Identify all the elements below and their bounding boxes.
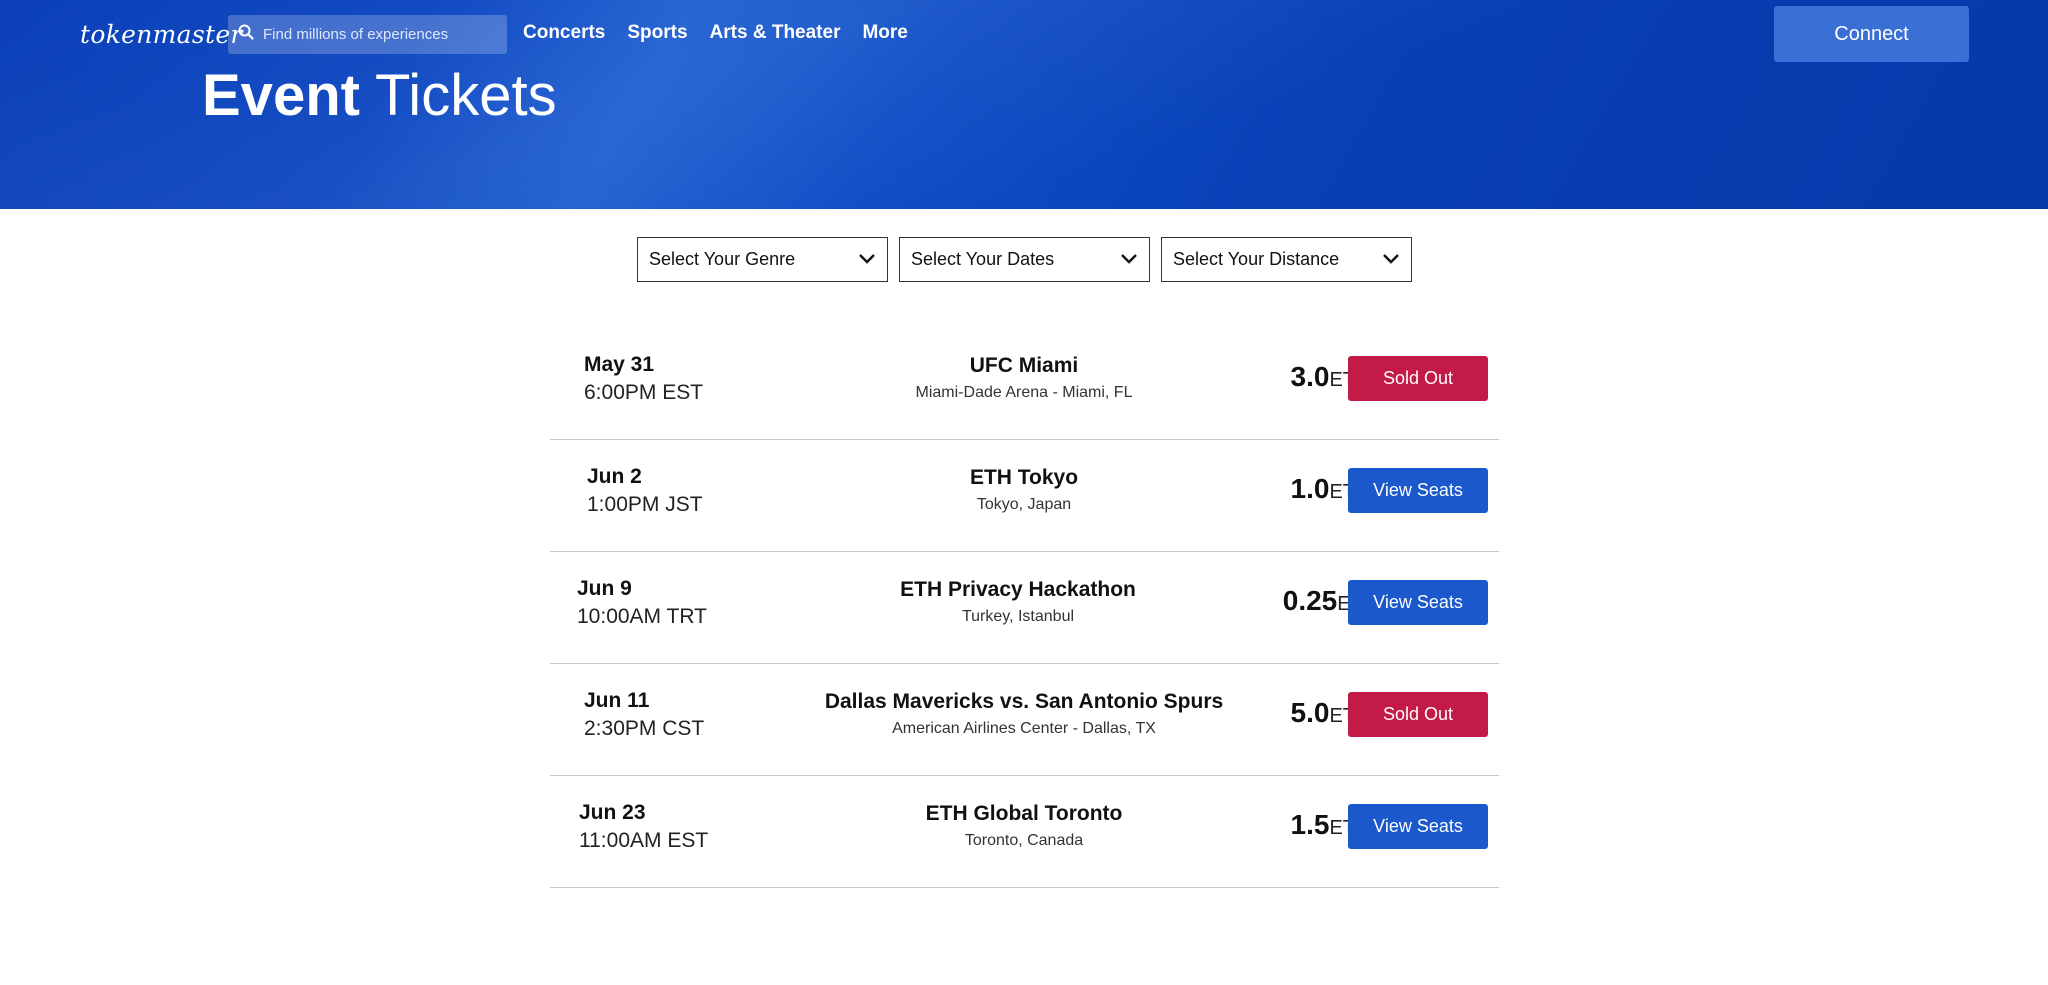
event-row: Jun 2 1:00PM JST ETH Tokyo Tokyo, Japan … (550, 440, 1499, 552)
event-day: Jun 2 (587, 465, 642, 488)
sold-out-button[interactable]: Sold Out (1348, 692, 1488, 737)
event-date: Jun 9 10:00AM TRT (577, 575, 707, 631)
event-date: Jun 2 1:00PM JST (587, 463, 703, 519)
view-seats-button[interactable]: View Seats (1348, 804, 1488, 849)
event-time: 2:30PM CST (584, 717, 705, 740)
price-amount: 3.0 (1290, 361, 1330, 392)
hero-banner: tokenmaster Concerts Sports Arts & Theat… (0, 0, 2048, 209)
event-date: Jun 23 11:00AM EST (579, 799, 708, 855)
dates-select-label: Select Your Dates (911, 249, 1055, 269)
sold-out-button[interactable]: Sold Out (1348, 356, 1488, 401)
price-amount: 1.0 (1290, 473, 1330, 504)
price-amount: 0.25 (1282, 585, 1338, 616)
event-row: Jun 23 11:00AM EST ETH Global Toronto To… (550, 776, 1499, 888)
search-input[interactable] (263, 26, 503, 43)
view-seats-button[interactable]: View Seats (1348, 468, 1488, 513)
distance-select[interactable]: Select Your Distance (1161, 237, 1412, 282)
price-amount: 5.0 (1290, 697, 1330, 728)
event-day: Jun 23 (579, 801, 646, 824)
event-day: May 31 (584, 353, 655, 376)
connect-button[interactable]: Connect (1774, 6, 1969, 62)
price-amount: 1.5 (1290, 809, 1330, 840)
dates-select[interactable]: Select Your Dates (899, 237, 1150, 282)
event-day: Jun 9 (577, 577, 632, 600)
view-seats-button[interactable]: View Seats (1348, 580, 1488, 625)
search-bar[interactable] (228, 15, 507, 54)
distance-select-label: Select Your Distance (1173, 249, 1340, 269)
event-list: May 31 6:00PM EST UFC Miami Miami-Dade A… (550, 328, 1499, 888)
logo[interactable]: tokenmaster (80, 20, 243, 49)
chevron-down-icon (858, 249, 876, 270)
event-time: 1:00PM JST (587, 493, 703, 516)
search-icon (238, 24, 254, 45)
main-nav: Concerts Sports Arts & Theater More (523, 22, 930, 44)
nav-arts-theater[interactable]: Arts & Theater (710, 22, 841, 44)
chevron-down-icon (1120, 249, 1138, 270)
event-row: May 31 6:00PM EST UFC Miami Miami-Dade A… (550, 328, 1499, 440)
event-row: Jun 9 10:00AM TRT ETH Privacy Hackathon … (550, 552, 1499, 664)
genre-select[interactable]: Select Your Genre (637, 237, 888, 282)
page-title-light: Tickets (375, 63, 557, 128)
chevron-down-icon (1382, 249, 1400, 270)
event-date: May 31 6:00PM EST (584, 351, 703, 407)
event-time: 10:00AM TRT (577, 605, 707, 628)
genre-select-label: Select Your Genre (649, 249, 796, 269)
nav-sports[interactable]: Sports (627, 22, 687, 44)
page-title: Event Tickets (202, 62, 557, 129)
nav-concerts[interactable]: Concerts (523, 22, 605, 44)
filter-bar: Select Your Genre Select Your Dates Sele… (637, 237, 1412, 282)
event-time: 6:00PM EST (584, 381, 704, 404)
event-day: Jun 11 (584, 689, 650, 712)
event-row: Jun 11 2:30PM CST Dallas Mavericks vs. S… (550, 664, 1499, 776)
event-date: Jun 11 2:30PM CST (584, 687, 704, 743)
nav-more[interactable]: More (862, 22, 907, 44)
event-time: 11:00AM EST (579, 829, 709, 852)
page-title-bold: Event (202, 63, 360, 128)
